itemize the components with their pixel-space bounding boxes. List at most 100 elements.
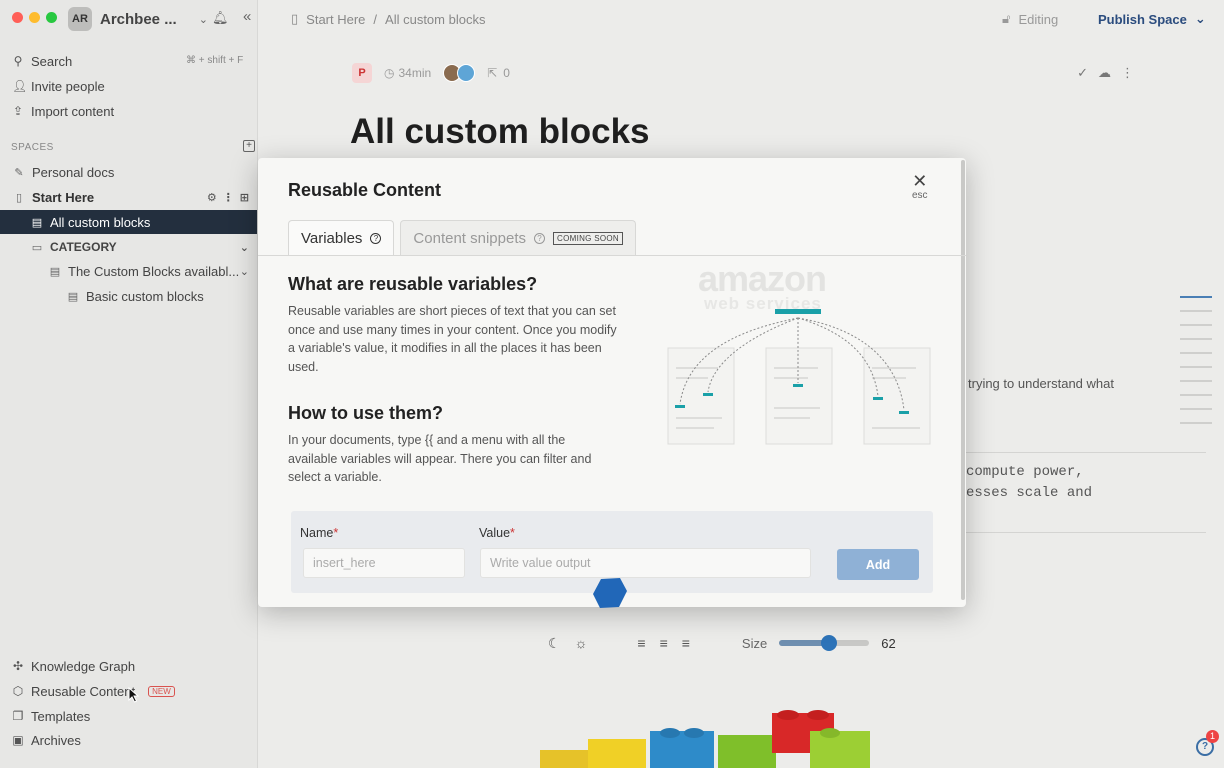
help-circle-icon[interactable]: ? [534,232,545,244]
minimize-window-button[interactable] [29,12,40,23]
document-text: trying to understand what [968,376,1114,391]
invite-people-item[interactable]: 👤︎ Invite people [12,75,105,97]
cloud-icon[interactable]: ☁ [1098,65,1111,81]
notification-badge: 1 [1206,730,1219,743]
reusable-content-item[interactable]: ⬡ Reusable Content NEW [12,680,175,702]
breadcrumb-space[interactable]: Start Here [306,12,365,27]
sidebar-item-category[interactable]: ▭ CATEGORY ⌄ [0,235,257,259]
sidebar-item-custom-blocks-available[interactable]: ▤ The Custom Blocks availabl... ⌄ [0,259,257,283]
clock-icon: ◷ [384,66,395,80]
bell-icon[interactable]: 🔔︎ [212,10,229,26]
divider [966,452,1206,453]
upload-icon: ⇪ [12,104,24,118]
close-modal-button[interactable]: ✕ esc [912,172,928,201]
variables-diagram [667,309,931,445]
templates-item[interactable]: ❐ Templates [12,705,91,727]
book-icon: ▯ [15,191,23,204]
mouse-pointer-icon [128,687,140,703]
chevron-down-icon[interactable]: ⌄ [240,241,249,254]
tabs-divider [258,255,966,256]
close-icon: ✕ [912,171,928,191]
editing-label: Editing [1018,11,1059,27]
variable-name-input[interactable] [303,548,465,578]
search-label: Search [31,53,73,69]
moon-icon[interactable]: ☾ [548,635,561,652]
tab-label: Variables [301,229,363,247]
more-vertical-icon[interactable]: ⋮ [223,191,234,204]
workspace-avatar: AR [68,7,92,31]
book-icon: ▯ [291,11,299,26]
templates-label: Templates [31,708,91,724]
close-window-button[interactable] [12,12,23,23]
window-controls [12,12,57,23]
cube-icon: ⬡ [12,684,24,698]
modal-scrollbar[interactable] [961,160,965,600]
collapse-sidebar-icon[interactable]: « [243,8,251,25]
check-icon[interactable]: ✓ [1077,65,1088,81]
contributors-avatars[interactable] [443,64,476,82]
sidebar-item-basic-custom-blocks[interactable]: ▤ Basic custom blocks [0,284,257,308]
avatar [457,64,476,82]
tab-content-snippets[interactable]: Content snippets ? COMING SOON [400,220,636,255]
slider-handle[interactable] [820,635,837,651]
help-circle-icon[interactable]: ? [370,232,382,244]
gear-icon[interactable]: ⚙ [207,191,217,204]
sidebar-item-personal-docs[interactable]: ✎ Personal docs [0,160,257,184]
page-actions: ✓ ☁ ⋮ [1077,65,1134,81]
variable-value-input[interactable] [480,548,811,578]
pencil-icon: ✎ [14,166,24,179]
archives-label: Archives [31,732,81,748]
size-label: Size [741,635,768,651]
page-outline[interactable] [1180,296,1212,436]
breadcrumb-page[interactable]: All custom blocks [385,12,485,27]
tree-label: Personal docs [32,164,115,180]
templates-icon: ❐ [12,709,24,723]
page-icon: ▤ [31,216,43,229]
knowledge-graph-label: Knowledge Graph [31,658,136,674]
page-meta-row: P ◷ 34min ⇱ 0 ✓ ☁ ⋮ [352,60,1142,86]
add-page-icon[interactable]: ⊞ [240,191,249,204]
editing-status[interactable]: 🔓︎ Editing [1002,11,1058,27]
space-actions: ⚙ ⋮ ⊞ [207,191,249,204]
tree-label: Basic custom blocks [86,288,204,304]
variables-illustration: amazon web services [658,258,948,458]
align-right-icon[interactable]: ≡ [682,635,690,651]
tree-label: The Custom Blocks availabl... [68,263,240,279]
graph-icon: ✣ [12,659,24,673]
add-user-icon: 👤︎ [12,79,28,93]
workspace-switcher[interactable]: AR Archbee ... ⌄ [68,6,208,32]
add-space-icon[interactable]: + [243,140,255,152]
size-slider[interactable] [779,635,870,651]
sidebar-item-start-here[interactable]: ▯ Start Here ⚙ ⋮ ⊞ [0,185,257,209]
sidebar-item-all-custom-blocks[interactable]: ▤ All custom blocks [0,210,257,234]
more-vertical-icon[interactable]: ⋮ [1121,65,1134,81]
read-time: 34min [398,66,432,80]
folder-icon: ▭ [31,241,43,254]
name-field-label: Name* [300,526,338,540]
modal-tabs: Variables ? Content snippets ? COMING SO… [288,220,636,255]
code-block: compute power, esses scale and [966,462,1092,504]
mentions-count: 0 [503,66,510,80]
knowledge-graph-item[interactable]: ✣ Knowledge Graph [12,655,135,677]
add-variable-button[interactable]: Add [837,549,919,580]
import-content-item[interactable]: ⇪ Import content [12,100,114,122]
required-mark: * [333,526,339,540]
align-center-icon[interactable]: ≡ [660,635,668,651]
maximize-window-button[interactable] [46,12,57,23]
page-title[interactable]: All custom blocks [350,112,650,152]
align-left-icon[interactable]: ≡ [637,635,645,651]
search-icon: ⚲ [13,54,23,68]
mention-icon: ⇱ [487,66,498,80]
lock-icon: 🔓︎ [1002,11,1011,26]
sun-icon[interactable]: ☼ [575,635,588,651]
archives-item[interactable]: ▣ Archives [12,729,81,751]
tab-variables[interactable]: Variables ? [288,220,395,255]
page-badge[interactable]: P [352,63,372,83]
reusable-content-label: Reusable Content [31,683,136,699]
invite-label: Invite people [31,78,105,94]
page-icon: ▤ [67,290,79,303]
publish-space-button[interactable]: Publish Space ⌄ [1098,11,1206,27]
archive-icon: ▣ [12,733,24,747]
chevron-down-icon[interactable]: ⌄ [240,265,249,278]
search-item[interactable]: ⚲ Search [12,50,73,72]
